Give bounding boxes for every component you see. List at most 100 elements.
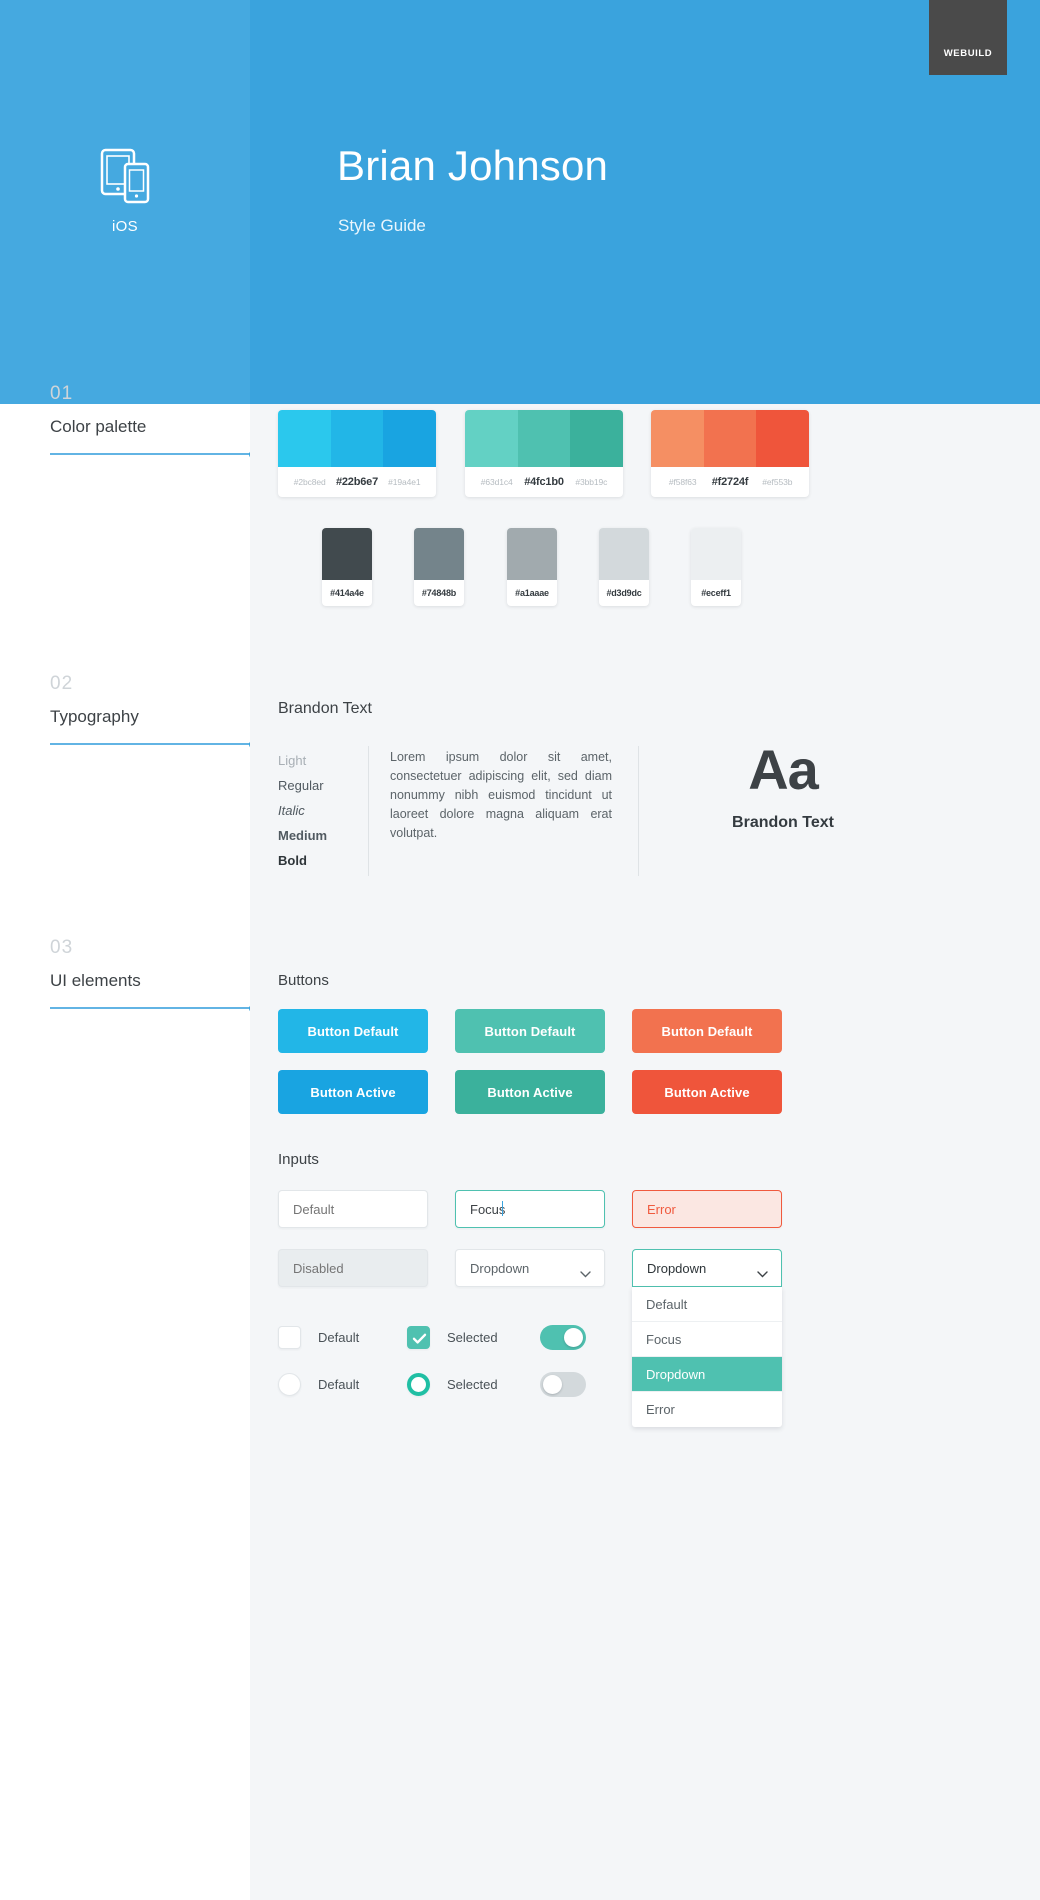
type-specimen: Aa Brandon Text: [673, 742, 893, 832]
nav-number: 01: [50, 383, 74, 404]
nav-underline: [50, 1003, 258, 1013]
text-caret: [502, 1201, 503, 1216]
button-default-green[interactable]: Button Default: [455, 1009, 605, 1053]
check-icon: [408, 1327, 429, 1350]
nav-underline: [50, 739, 258, 749]
radio-default[interactable]: [278, 1373, 301, 1396]
content-area: #2bc8ed #22b6e7 #19a4e1 #63d1c4 #4fc1b0 …: [250, 404, 1040, 1900]
nav-title: Color palette: [50, 417, 147, 436]
webuild-badge-label: WEBUILD: [943, 48, 993, 59]
dropdown-value: Dropdown: [470, 1261, 530, 1276]
swatch-chip: [703, 410, 757, 467]
swatch-colors: [278, 410, 436, 467]
input-default[interactable]: [278, 1190, 428, 1228]
nav-number: 03: [50, 937, 74, 958]
gray-swatch: #eceff1: [691, 528, 741, 606]
dropdown-option-error[interactable]: Error: [632, 1392, 782, 1427]
button-default-orange[interactable]: Button Default: [632, 1009, 782, 1053]
swatch-chip: [330, 410, 384, 467]
swatch-hex-primary: #f2724f: [711, 476, 749, 488]
section-nav: 01 Color palette 02 Typography 03 UI ele…: [0, 384, 258, 1900]
tablet-phone-icon: [0, 148, 250, 204]
typeface-name: Brandon Text: [278, 700, 372, 717]
swatch-hex: #19a4e1: [388, 477, 421, 487]
nav-title: UI elements: [50, 971, 141, 990]
swatch-labels: #63d1c4 #4fc1b0 #3bb19c: [465, 467, 623, 497]
swatch-group-green: #63d1c4 #4fc1b0 #3bb19c: [465, 410, 623, 497]
checkbox-selected[interactable]: [407, 1326, 430, 1349]
nav-section-ui-elements[interactable]: 03 UI elements: [50, 937, 258, 1013]
swatch-chip: [756, 410, 809, 467]
button-active-blue[interactable]: Button Active: [278, 1070, 428, 1114]
toggle-on[interactable]: [540, 1325, 586, 1350]
button-active-green[interactable]: Button Active: [455, 1070, 605, 1114]
input-focus[interactable]: [455, 1190, 605, 1228]
nav-underline: [50, 449, 258, 459]
checkbox-default-label: Default: [318, 1330, 360, 1345]
swatch-labels: #f58f63 #f2724f #ef553b: [651, 467, 809, 497]
swatch-hex: #f58f63: [668, 477, 697, 487]
swatch-chip: [414, 528, 464, 580]
radio-default-label: Default: [318, 1377, 360, 1392]
swatch-hex-primary: #74848b: [421, 588, 457, 598]
radio-selected-label: Selected: [447, 1377, 498, 1392]
swatch-hex: #2bc8ed: [293, 477, 326, 487]
dropdown-option-default[interactable]: Default: [632, 1287, 782, 1322]
swatch-chip: [278, 410, 331, 467]
dropdown-option-focus[interactable]: Focus: [632, 1322, 782, 1357]
dropdown-value: Dropdown: [647, 1261, 707, 1276]
sample-paragraph: Lorem ipsum dolor sit amet, consectetuer…: [390, 750, 612, 840]
swatch-chip: [599, 528, 649, 580]
swatch-labels: #2bc8ed #22b6e7 #19a4e1: [278, 467, 436, 497]
swatch-hex-primary: #eceff1: [701, 588, 731, 598]
nav-section-color-palette[interactable]: 01 Color palette: [50, 383, 258, 459]
swatch-hex-primary: #414a4e: [330, 588, 364, 598]
radio-selected[interactable]: [407, 1373, 430, 1396]
dropdown-options-list: Default Focus Dropdown Error: [632, 1287, 782, 1427]
style-guide-page: iOS Brian Johnson Style Guide WEBUILD 01…: [0, 0, 1040, 1900]
buttons-heading: Buttons: [278, 972, 329, 989]
toggle-off[interactable]: [540, 1372, 586, 1397]
page-title: Brian Johnson: [337, 142, 609, 189]
header-platform-panel: iOS: [0, 0, 250, 404]
nav-section-typography[interactable]: 02 Typography: [50, 673, 258, 749]
swatch-colors: [465, 410, 623, 467]
toggle-knob: [564, 1328, 583, 1347]
swatch-chip: [507, 528, 557, 580]
chevron-down-icon: [580, 1265, 591, 1283]
swatch-hex-primary: #22b6e7: [335, 476, 378, 488]
swatch-group-blue: #2bc8ed #22b6e7 #19a4e1: [278, 410, 436, 497]
nav-number: 02: [50, 673, 74, 694]
swatch-colors: [651, 410, 809, 467]
page-subtitle: Style Guide: [338, 216, 426, 235]
specimen-name: Brandon Text: [732, 814, 834, 831]
button-default-blue[interactable]: Button Default: [278, 1009, 428, 1053]
swatch-chip: [651, 410, 704, 467]
swatch-hex-primary: #4fc1b0: [524, 476, 564, 488]
swatch-hex-primary: #d3d9dc: [606, 588, 642, 598]
dropdown-open[interactable]: Dropdown: [632, 1249, 782, 1287]
gray-swatch: #a1aaae: [507, 528, 557, 606]
dropdown-option-dropdown-selected[interactable]: Dropdown: [632, 1357, 782, 1392]
gray-swatch: #d3d9dc: [599, 528, 649, 606]
page-body: 01 Color palette 02 Typography 03 UI ele…: [0, 384, 1040, 1900]
chevron-down-icon: [757, 1265, 768, 1283]
inputs-heading: Inputs: [278, 1151, 319, 1168]
checkbox-default[interactable]: [278, 1326, 301, 1349]
gray-swatch: #414a4e: [322, 528, 372, 606]
swatch-hex: #ef553b: [762, 477, 793, 487]
swatch-hex: #3bb19c: [575, 477, 608, 487]
toggle-knob: [543, 1375, 562, 1394]
swatch-hex: #63d1c4: [480, 477, 513, 487]
page-header: iOS Brian Johnson Style Guide WEBUILD: [0, 0, 1040, 404]
checkbox-selected-label: Selected: [447, 1330, 498, 1345]
button-active-orange[interactable]: Button Active: [632, 1070, 782, 1114]
dropdown-closed[interactable]: Dropdown: [455, 1249, 605, 1287]
swatch-chip: [570, 410, 623, 467]
webuild-badge: WEBUILD: [929, 0, 1007, 75]
swatch-chip: [465, 410, 518, 467]
swatch-group-orange: #f58f63 #f2724f #ef553b: [651, 410, 809, 497]
nav-title: Typography: [50, 707, 139, 726]
platform-icon-block: iOS: [0, 148, 250, 235]
input-error[interactable]: [632, 1190, 782, 1228]
